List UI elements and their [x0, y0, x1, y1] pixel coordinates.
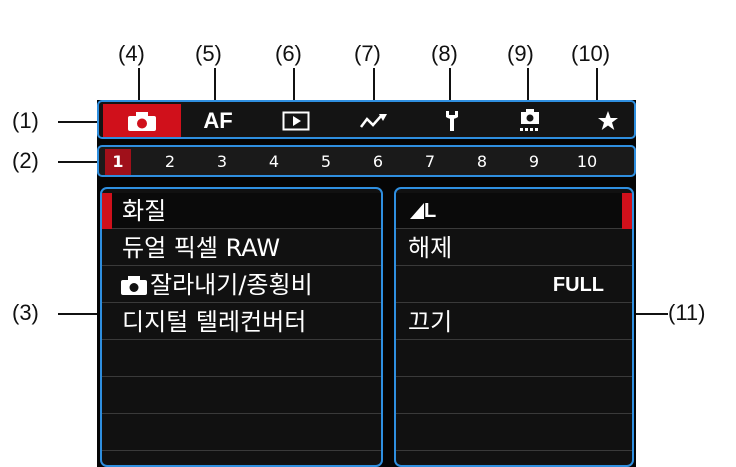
page-3[interactable]: 3	[209, 149, 235, 175]
menu-item-label: 듀얼 픽셀 RAW	[122, 234, 281, 262]
value-label: FULL	[552, 274, 604, 296]
page-7[interactable]: 7	[417, 149, 443, 175]
value-label: 끄기	[408, 308, 453, 336]
value-crop-aspect[interactable]: FULL	[396, 267, 632, 303]
menu-tab-bar: AF	[97, 100, 636, 139]
tab-wireless[interactable]	[336, 104, 414, 137]
camera-icon	[121, 276, 147, 295]
value-dual-pixel-raw[interactable]: 해제	[396, 230, 632, 266]
menu-item-empty	[102, 341, 381, 377]
page-5[interactable]: 5	[313, 149, 339, 175]
tab-af[interactable]: AF	[179, 104, 257, 137]
leader-line-10	[596, 68, 598, 104]
leader-line-8	[449, 68, 451, 104]
menu-item-digital-teleconverter[interactable]: 디지털 텔레컨버터	[102, 304, 381, 340]
menu-item-quality[interactable]: 화질	[102, 193, 381, 229]
callout-9: (9)	[507, 41, 534, 66]
tab-shooting[interactable]	[103, 104, 181, 137]
leader-line-3	[58, 313, 100, 315]
menu-item-label: 화질	[122, 197, 167, 225]
playback-icon	[282, 111, 310, 130]
leader-line-11	[632, 313, 668, 315]
callout-5: (5)	[195, 41, 222, 66]
callout-3: (3)	[12, 300, 39, 325]
menu-item-dual-pixel-raw[interactable]: 듀얼 픽셀 RAW	[102, 230, 381, 266]
menu-item-label: 디지털 텔레컨버터	[122, 308, 307, 336]
page-number-bar: 1 2 3 4 5 6 7 8 9 10	[97, 145, 636, 177]
wrench-icon	[446, 110, 458, 131]
page-9[interactable]: 9	[521, 149, 547, 175]
value-quality[interactable]: L	[396, 193, 632, 229]
tab-custom-functions[interactable]	[491, 104, 569, 137]
value-digital-teleconverter[interactable]: 끄기	[396, 304, 632, 340]
menu-items-panel: 화질 듀얼 픽셀 RAW 잘라내기/종횡비 디지털 텔레컨버터	[100, 187, 383, 467]
leader-line-9	[527, 68, 529, 104]
menu-item-crop-aspect[interactable]: 잘라내기/종횡비	[102, 267, 381, 303]
menu-values-panel: L 해제 FULL 끄기	[394, 187, 634, 467]
page-2[interactable]: 2	[157, 149, 183, 175]
value-empty	[396, 378, 632, 414]
wireless-icon	[360, 113, 387, 128]
custom-functions-icon	[520, 108, 539, 131]
value-label: 해제	[408, 234, 453, 262]
af-icon: AF	[203, 107, 233, 133]
callout-8: (8)	[431, 41, 458, 66]
star-icon	[598, 110, 618, 130]
quality-triangle-icon	[410, 203, 424, 219]
leader-line-4	[138, 68, 140, 104]
tab-setup[interactable]	[413, 104, 491, 137]
camera-icon	[128, 111, 156, 131]
page-8[interactable]: 8	[469, 149, 495, 175]
menu-item-empty	[102, 378, 381, 414]
leader-line-5	[214, 68, 216, 104]
value-label: L	[424, 200, 437, 222]
menu-item-empty	[102, 415, 381, 451]
callout-2: (2)	[12, 148, 39, 173]
callout-1: (1)	[12, 108, 39, 133]
leader-line-2	[58, 161, 100, 163]
selection-marker	[622, 193, 632, 229]
page-10[interactable]: 10	[570, 149, 604, 175]
page-6[interactable]: 6	[365, 149, 391, 175]
callout-10: (10)	[571, 41, 611, 66]
leader-line-6	[293, 68, 295, 104]
leader-line-1	[58, 121, 100, 123]
callout-6: (6)	[275, 41, 302, 66]
selection-marker	[102, 193, 112, 229]
page-4[interactable]: 4	[261, 149, 287, 175]
callout-4: (4)	[118, 41, 145, 66]
tab-my-menu[interactable]	[569, 104, 647, 137]
tab-playback[interactable]	[257, 104, 335, 137]
leader-line-7	[373, 68, 375, 104]
page-1[interactable]: 1	[105, 149, 131, 175]
callout-11: (11)	[668, 300, 706, 325]
menu-item-label: 잘라내기/종횡비	[150, 271, 313, 299]
value-empty	[396, 415, 632, 451]
value-empty	[396, 341, 632, 377]
callout-7: (7)	[354, 41, 381, 66]
